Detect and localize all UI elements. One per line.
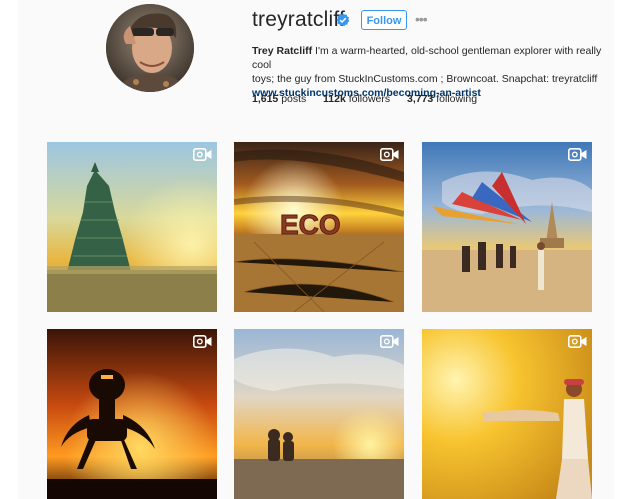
followers-label: followers [348, 93, 391, 105]
posts-count: 1,615 [252, 93, 279, 105]
post-thumbnail-6[interactable] [422, 329, 592, 499]
video-camera-icon [568, 335, 587, 348]
post-thumbnail-5[interactable] [234, 329, 404, 499]
bio-text-line2: toys; the guy from StuckInCustoms.com ; … [252, 73, 598, 85]
profile-page: treyratcliff Follow ••• Trey Ratcliff I'… [18, 0, 614, 499]
following-label: following [436, 93, 478, 105]
post-2-sign-text: ECO [280, 209, 341, 240]
follow-button[interactable]: Follow [361, 10, 407, 30]
profile-bio: Trey Ratcliff I'm a warm-hearted, old-sc… [252, 44, 612, 100]
bio-first-line: Trey Ratcliff I'm a warm-hearted, old-sc… [252, 44, 612, 72]
verified-badge-icon [336, 13, 350, 27]
post-thumbnail-2[interactable]: ECO [234, 142, 404, 312]
video-camera-icon [193, 148, 212, 161]
more-options-button[interactable]: ••• [415, 12, 433, 26]
post-thumbnail-4[interactable] [47, 329, 217, 499]
posts-stat: 1,615 posts [252, 93, 306, 105]
profile-username: treyratcliff [252, 8, 346, 31]
video-camera-icon [193, 335, 212, 348]
video-camera-icon [568, 148, 587, 161]
following-count: 3,773 [407, 93, 434, 105]
following-stat[interactable]: 3,773 following [407, 93, 477, 105]
followers-stat[interactable]: 112k followers [323, 93, 390, 105]
profile-avatar[interactable] [106, 4, 194, 92]
posts-label: posts [281, 93, 307, 105]
post-thumbnail-1[interactable] [47, 142, 217, 312]
video-camera-icon [380, 335, 399, 348]
post-thumbnail-3[interactable] [422, 142, 592, 312]
video-camera-icon [380, 148, 399, 161]
profile-full-name: Trey Ratcliff [252, 45, 313, 57]
followers-count: 112k [323, 93, 346, 105]
